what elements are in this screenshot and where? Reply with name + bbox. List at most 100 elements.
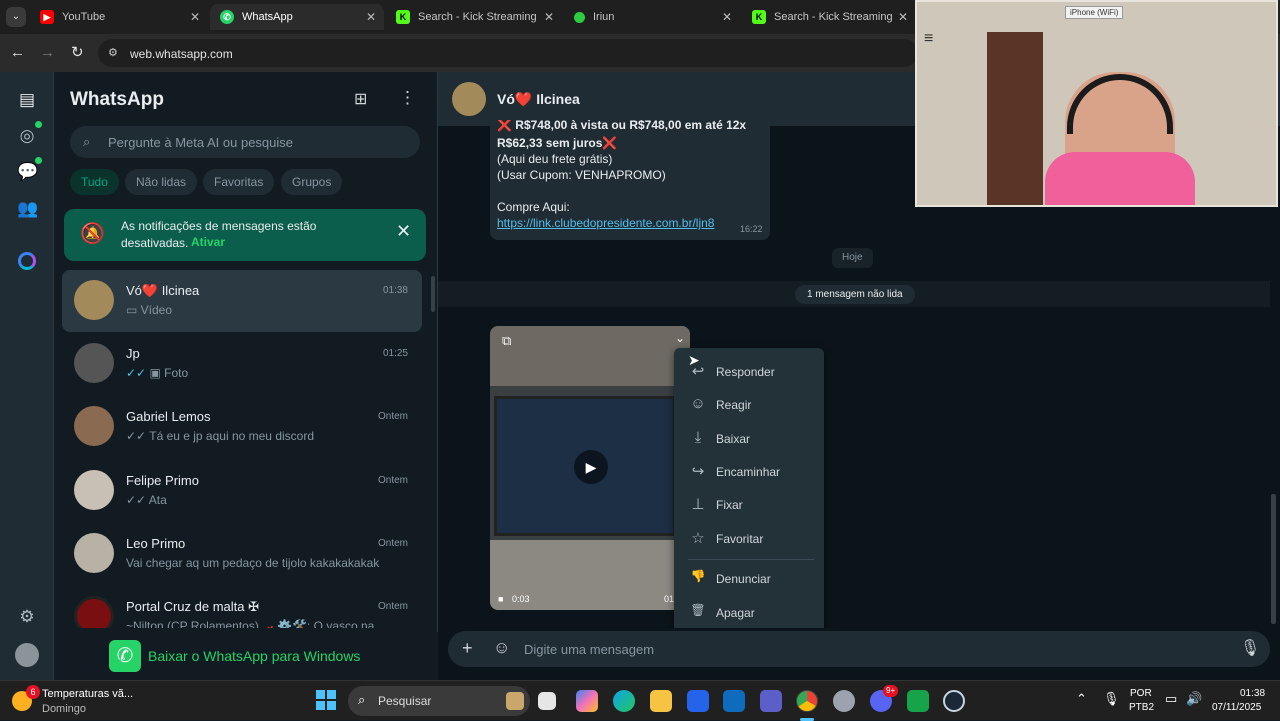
chat-row[interactable]: Vó❤️ Ilcinea ▭ Vídeo 01:38 [62,270,422,332]
teams-icon[interactable] [760,690,782,712]
tab-youtube[interactable]: ▶ YouTube ✕ [30,4,208,30]
settings-icon[interactable] [833,690,855,712]
activate-link[interactable]: Ativar [191,235,225,249]
network-icon[interactable]: ▭ [1165,691,1177,707]
message-line: ❌ R$748,00 à vista ou R$748,00 em até 12… [497,120,747,132]
filter-groups[interactable]: Grupos [281,169,343,195]
hamburger-icon[interactable]: ≡ [924,30,933,48]
windows-start-icon[interactable] [316,690,336,710]
chat-row[interactable]: Gabriel Lemos ✓✓ Tá eu e jp aqui no meu … [62,396,422,458]
tab-kick-2[interactable]: K Search - Kick Streaming ✕ [742,4,916,30]
menu-react[interactable]: ☺ Reagir [688,393,820,417]
profile-avatar[interactable] [15,643,39,667]
tab-whatsapp[interactable]: ✆ WhatsApp ✕ [210,4,384,30]
communities-icon[interactable]: 👥 [17,199,38,219]
android-icon[interactable] [907,690,929,712]
task-view-icon[interactable] [538,692,556,710]
site-info-icon[interactable]: ⚙ [108,46,118,59]
channels-icon[interactable]: 💬 [17,162,38,182]
chats-icon[interactable]: ▤ [17,90,37,110]
url-field[interactable]: ⚙ web.whatsapp.com [98,39,918,67]
message-time: 16:22 [740,224,763,234]
weather-widget[interactable]: 6 Temperaturas vã... Domingo [8,685,168,717]
clock-date[interactable]: 07/11/2025 [1212,702,1261,713]
message-input[interactable]: Digite uma mensagem [524,642,654,657]
keyboard-layout[interactable]: PTB2 [1129,702,1154,713]
close-icon[interactable]: ✕ [898,10,908,24]
contact-avatar[interactable] [452,82,486,116]
taskbar-search[interactable]: ⌕ Pesquisar [348,686,530,716]
chat-time: Ontem [377,475,408,486]
volume-icon[interactable]: 🔊 [1186,691,1202,707]
emoji-icon[interactable]: ☺ [493,638,510,658]
message-link[interactable]: https://link.clubedopresidente.com.br/lj… [497,216,714,230]
avatar [74,280,114,320]
tab-title: Iriun [593,11,615,23]
chevron-up-icon[interactable]: ⌃ [1076,691,1087,707]
play-button[interactable]: ▶ [574,450,608,484]
avatar [74,406,114,446]
settings-icon[interactable]: ⚙ [17,607,37,627]
close-icon[interactable]: ✕ [544,10,554,24]
menu-forward[interactable]: ↪ Encaminhar [688,460,820,484]
microphone-icon[interactable]: 🎙 [1103,691,1120,707]
close-icon[interactable]: ✕ [190,10,200,24]
file-explorer-icon[interactable] [650,690,672,712]
filter-unread[interactable]: Não lidas [125,169,198,195]
chrome-icon[interactable] [796,690,818,712]
plus-icon[interactable]: + [462,638,473,659]
outlook-icon[interactable] [723,690,745,712]
steam-icon[interactable] [943,690,965,712]
search-input[interactable]: ⌕ Pergunte à Meta AI ou pesquise [70,126,420,158]
avatar [74,596,114,628]
trash-icon: 🗑 [690,603,706,617]
chat-row[interactable]: Felipe Primo ✓✓ Ata Ontem [62,460,422,522]
webcam-device-label[interactable]: iPhone (WiFi) [1065,6,1124,19]
microphone-icon[interactable]: 🎙 [1240,638,1260,658]
meta-ai-icon[interactable] [18,252,36,270]
menu-report[interactable]: 👎 Denunciar [688,567,820,591]
contact-name[interactable]: Vó❤️ Ilcinea [497,91,580,108]
menu-pin[interactable]: ⊥ Fixar [688,493,820,517]
menu-icon[interactable]: ⋮ [399,88,416,108]
menu-reply[interactable]: ↩ Responder [688,360,820,384]
copilot-icon[interactable] [576,690,598,712]
status-icon[interactable]: ◎ [17,126,37,146]
edge-icon[interactable] [613,690,635,712]
language-code[interactable]: POR [1130,688,1152,699]
back-icon[interactable]: ← [10,44,25,61]
filter-favorites[interactable]: Favoritas [203,169,275,195]
sidebar-scrollbar[interactable] [431,276,435,312]
reload-icon[interactable]: ↻ [71,43,84,61]
menu-favorite[interactable]: ☆ Favoritar [688,527,820,551]
video-message[interactable]: ⧉ ⌄ ▶ ■ 0:03 01 [490,326,690,610]
search-icon: ⌕ [83,134,91,149]
chat-row[interactable]: Leo Primo Vai chegar aq um pedaço de tij… [62,523,422,585]
weather-title: Temperaturas vã... [42,688,134,700]
filter-all[interactable]: Tudo [70,169,119,195]
chat-scrollbar[interactable] [1271,494,1276,624]
new-chat-icon[interactable]: ⊞ [354,89,367,109]
photo-icon: ▣ [149,366,165,380]
forward-icon[interactable]: → [40,44,55,61]
tab-iriun[interactable]: Iriun ✕ [564,4,740,30]
video-icon: ▭ [126,303,141,317]
clock-time[interactable]: 01:38 [1240,688,1265,699]
close-icon[interactable]: ✕ [396,221,411,242]
expand-icon[interactable]: ⧉ [502,333,511,349]
close-icon[interactable]: ✕ [722,10,732,24]
chat-row[interactable]: Portal Cruz de malta ✠ ~Nilton (CP Rolam… [62,586,422,628]
message-context-menu [674,348,824,636]
menu-download[interactable]: ⤓ Baixar [688,427,820,451]
download-banner[interactable]: ✆ Baixar o WhatsApp para Windows [54,632,438,680]
message-line: R$62,33 sem juros❌ [497,136,618,150]
search-icon: ⌕ [358,692,366,707]
menu-delete[interactable]: 🗑 Apagar [688,601,820,625]
store-icon[interactable] [687,690,709,712]
message-bubble[interactable]: ❌ R$748,00 à vista ou R$748,00 em até 12… [490,120,770,240]
tab-list-button[interactable]: ⌄ [6,7,26,27]
chat-row[interactable]: Jp ✓✓ ▣ Foto 01:25 [62,333,422,395]
tab-kick[interactable]: K Search - Kick Streaming ✕ [386,4,562,30]
chevron-down-icon[interactable]: ⌄ [675,331,685,345]
close-icon[interactable]: ✕ [366,10,376,24]
